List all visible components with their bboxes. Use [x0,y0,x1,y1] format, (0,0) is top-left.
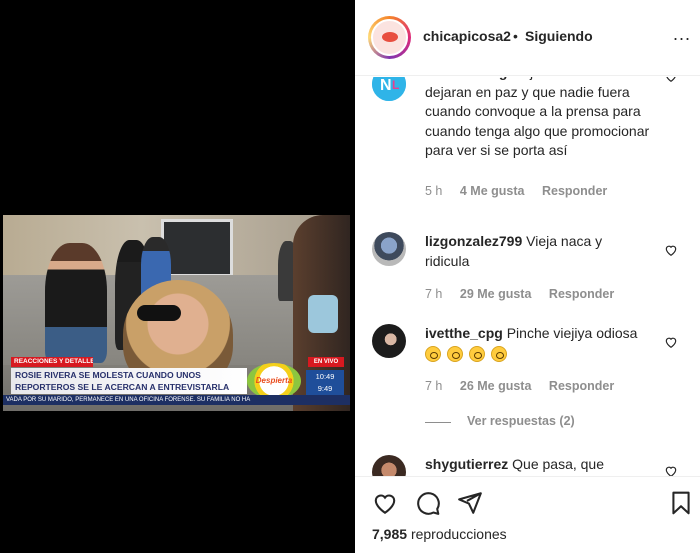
reply-button[interactable]: Responder [549,379,614,393]
flushed-face-emoji-icon [468,345,485,362]
post-sidebar: chicapicosa2 • Siguiendo ... N L novelal… [355,0,700,553]
show-logo: Despierta [247,363,301,399]
post-actions: 7,985 reproducciones [355,476,700,553]
comment-icon[interactable] [415,490,441,516]
news-section-label: REACCIONES Y DETALLES [11,357,93,367]
comment-username[interactable]: novelalounge [425,77,515,80]
comment-meta: 7 h 29 Me gusta Responder [425,287,614,301]
comment-time[interactable]: 5 h [425,184,442,198]
commenter-avatar[interactable]: N L [372,77,406,101]
reply-button[interactable]: Responder [549,287,614,301]
following-button[interactable]: Siguiendo [525,28,593,44]
comment-likes[interactable]: 26 Me gusta [460,379,532,393]
comment-likes[interactable]: 4 Me gusta [460,184,525,198]
flushed-face-emoji-icon [490,345,507,362]
comment-text: Pinche viejiya odiosa [506,325,638,341]
save-bookmark-icon[interactable] [668,490,694,516]
profile-avatar[interactable] [368,16,411,59]
comment-time[interactable]: 7 h [425,287,442,301]
news-clock: 10:49 9:49 [306,370,344,396]
commenter-avatar[interactable] [372,232,406,266]
video-person [45,243,107,363]
novelalounge-logo-icon: N L [372,77,406,101]
news-headline: ROSIE RIVERA SE MOLESTA CUANDO UNOS REPO… [11,368,247,394]
like-heart-icon[interactable] [664,335,678,349]
like-icon[interactable] [372,490,398,516]
svg-text:L: L [392,78,399,92]
video-sunglasses [137,305,181,321]
comment-text: Ojalá un día si la dejaran en paz y que … [425,77,650,158]
comment-text: Que pasa, que [512,456,604,472]
like-heart-icon[interactable] [664,77,678,83]
news-ticker: VADA POR SU MARIDO, PERMANECE EN UNA OFI… [3,395,350,405]
video-window [161,219,233,277]
lips-icon [382,32,398,42]
more-options-icon[interactable]: ... [673,24,691,45]
video-mask [308,295,338,333]
view-replies-button[interactable]: Ver respuestas (2) [467,414,575,428]
comment-body: lizgonzalez799 Vieja naca y ridicula [425,232,650,271]
news-clock-time: 10:49 [315,372,335,381]
views-number: 7,985 [372,526,408,542]
like-heart-icon[interactable] [664,243,678,257]
commenter-avatar[interactable] [372,455,406,477]
comment-emojis [425,345,650,366]
comment-username[interactable]: lizgonzalez799 [425,233,522,249]
comment-username[interactable]: shygutierrez [425,456,508,472]
comment-likes[interactable]: 29 Me gusta [460,287,532,301]
avatar-image [371,19,408,56]
reply-button[interactable]: Responder [542,184,607,198]
views-count: 7,985 reproducciones [372,526,507,542]
video-player[interactable]: REACCIONES Y DETALLES EN VIVO ROSIE RIVE… [3,215,350,411]
comments-list[interactable]: N L novelalounge Ojalá un día si la deja… [355,77,700,477]
views-label: reproducciones [410,526,507,542]
comment-body: ivetthe_cpg Pinche viejiya odiosa [425,324,650,365]
comment-body: novelalounge Ojalá un día si la dejaran … [425,77,650,161]
replies-divider [425,422,451,423]
commenter-avatar[interactable] [372,324,406,358]
share-icon[interactable] [457,490,483,516]
news-clock-temp: 9:49 [317,384,333,393]
pensive-face-emoji-icon [425,345,441,362]
post-header: chicapicosa2 • Siguiendo ... [355,0,700,76]
comment-meta: 5 h 4 Me gusta Responder [425,184,607,198]
profile-username[interactable]: chicapicosa2 [423,28,511,44]
svg-text:N: N [380,77,392,94]
flushed-face-emoji-icon [446,345,463,362]
post-media[interactable]: REACCIONES Y DETALLES EN VIVO ROSIE RIVE… [0,0,355,553]
news-live-badge: EN VIVO [308,357,344,367]
comment-meta: 7 h 26 Me gusta Responder [425,379,614,393]
comment-username[interactable]: ivetthe_cpg [425,325,503,341]
comment-time[interactable]: 7 h [425,379,442,393]
comment-body: shygutierrez Que pasa, que [425,455,650,475]
separator-dot: • [513,28,518,44]
